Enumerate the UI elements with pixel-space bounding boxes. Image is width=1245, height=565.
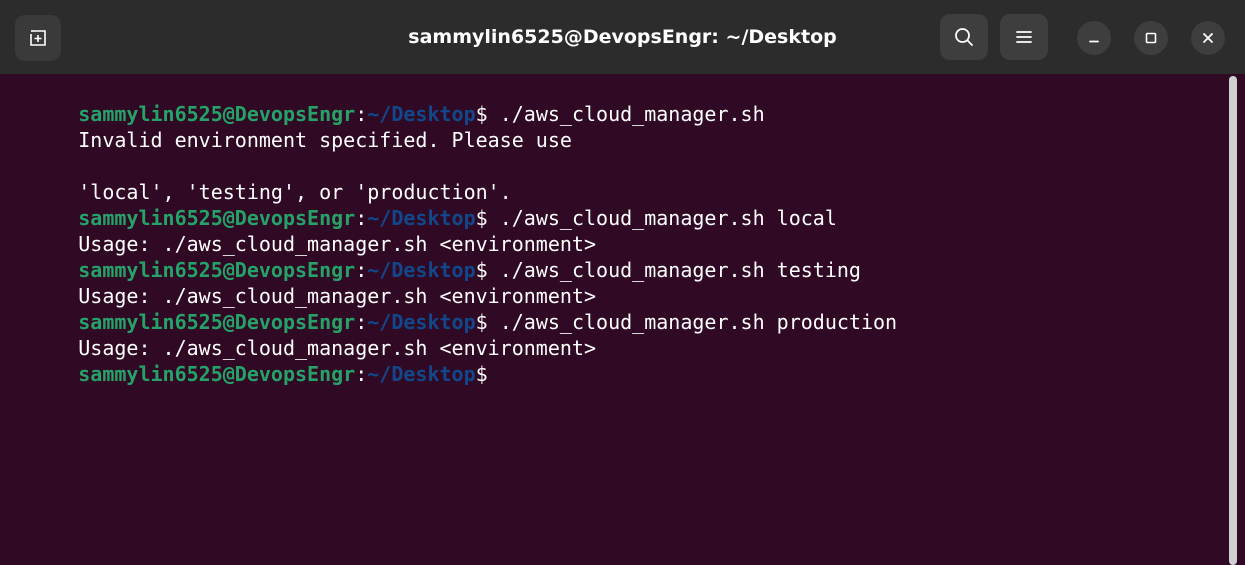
terminal-line: Usage: ./aws_cloud_manager.sh <environme…	[6, 205, 596, 256]
prompt-symbol: $	[475, 362, 488, 386]
search-button[interactable]	[940, 14, 988, 60]
menu-button[interactable]	[1000, 14, 1048, 60]
hamburger-menu-icon	[1016, 31, 1032, 43]
terminal-line: sammylin6525@DevopsEngr:~/Desktop$ ./aws…	[6, 179, 837, 230]
title-bar[interactable]: sammylin6525@DevopsEngr: ~/Desktop	[0, 0, 1245, 74]
terminal-line: Usage: ./aws_cloud_manager.sh <environme…	[6, 309, 596, 360]
output-text: Invalid environment specified. Please us…	[78, 128, 572, 152]
maximize-icon	[1145, 32, 1157, 44]
window-title: sammylin6525@DevopsEngr: ~/Desktop	[408, 26, 837, 48]
terminal-line: Invalid environment specified. Please us…	[6, 101, 572, 152]
terminal-line: sammylin6525@DevopsEngr:~/Desktop$ ./aws…	[6, 231, 861, 282]
prompt-colon: :	[355, 362, 368, 386]
terminal-line: sammylin6525@DevopsEngr:~/Desktop$ ./aws…	[6, 283, 897, 334]
minimize-icon	[1089, 40, 1099, 43]
terminal-output[interactable]: sammylin6525@DevopsEngr:~/Desktop$ ./aws…	[0, 74, 1245, 565]
new-tab-icon	[30, 30, 46, 46]
maximize-button[interactable]	[1134, 21, 1168, 55]
close-icon	[1203, 33, 1213, 43]
prompt-user-host: sammylin6525@DevopsEngr	[78, 362, 356, 386]
scrollbar-thumb[interactable]	[1229, 76, 1237, 565]
terminal-line: Usage: ./aws_cloud_manager.sh <environme…	[6, 257, 596, 308]
terminal-line: sammylin6525@DevopsEngr:~/Desktop$ ./aws…	[6, 75, 764, 126]
minimize-button[interactable]	[1077, 21, 1111, 55]
prompt-path: ~/Desktop	[367, 362, 476, 386]
search-icon	[955, 28, 973, 46]
terminal-line: sammylin6525@DevopsEngr:~/Desktop$	[6, 335, 487, 386]
terminal-window: sammylin6525@DevopsEngr: ~/Desktop sammy…	[0, 0, 1245, 565]
close-button[interactable]	[1191, 21, 1225, 55]
terminal-line: 'local', 'testing', or 'production'.	[6, 153, 511, 204]
new-tab-button[interactable]	[15, 15, 61, 61]
